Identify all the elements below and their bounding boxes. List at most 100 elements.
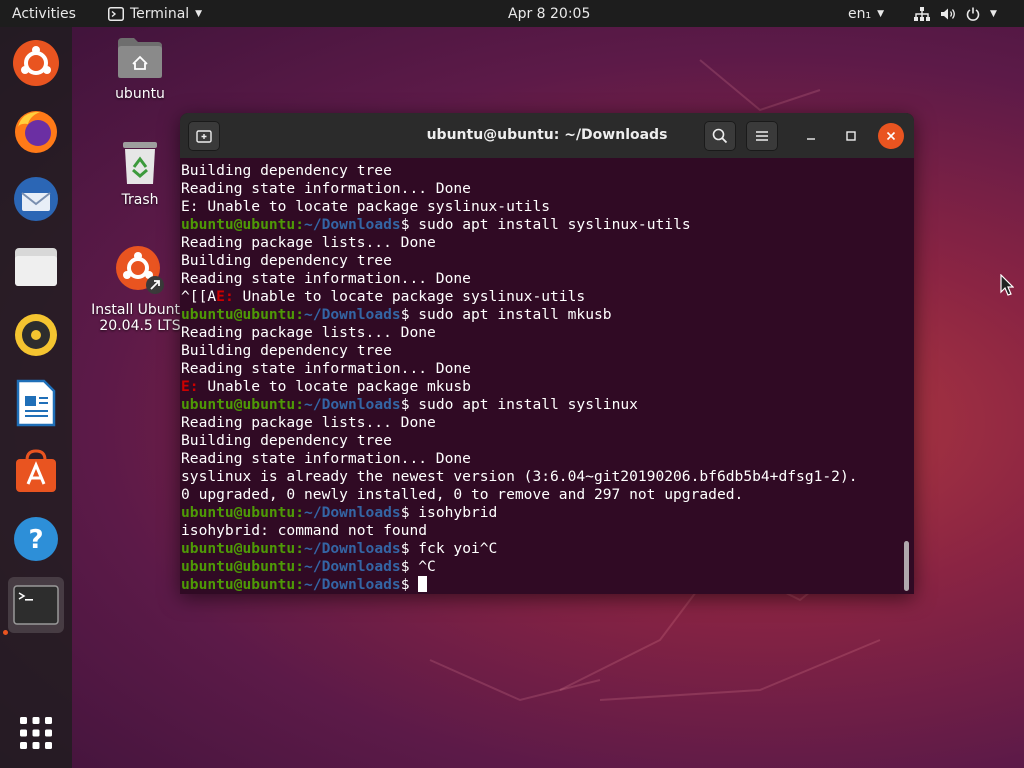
dock-item-software[interactable] bbox=[8, 443, 64, 499]
output-text: Reading package lists... Done bbox=[181, 324, 436, 341]
top-bar: Activities Terminal ▼ Apr 8 20:05 en₁ ▼ bbox=[0, 0, 1024, 27]
volume-icon bbox=[941, 8, 955, 19]
minimize-button[interactable] bbox=[798, 123, 824, 149]
dock-item-thunderbird[interactable] bbox=[8, 171, 64, 227]
terminal-line: Reading state information... Done bbox=[180, 180, 900, 198]
prompt-path: ~/Downloads bbox=[304, 396, 401, 413]
terminal-line: ubuntu@ubuntu:~/Downloads$ sudo apt inst… bbox=[180, 396, 900, 414]
terminal-line: Reading state information... Done bbox=[180, 270, 900, 288]
terminal-line: Reading state information... Done bbox=[180, 360, 900, 378]
dock-item-writer[interactable] bbox=[8, 375, 64, 431]
desktop-icon-label: Trash bbox=[121, 192, 159, 208]
thunderbird-icon bbox=[14, 177, 58, 221]
error-prefix: E: bbox=[181, 378, 199, 395]
prompt-path: ~/Downloads bbox=[304, 540, 401, 557]
power-icon bbox=[966, 7, 980, 21]
text-cursor bbox=[418, 576, 428, 592]
app-menu-button[interactable]: Terminal ▼ bbox=[108, 0, 202, 27]
output-text: Building dependency tree bbox=[181, 252, 392, 269]
activities-button[interactable]: Activities bbox=[12, 0, 76, 27]
home-folder-icon bbox=[118, 38, 162, 78]
desktop-icon-trash[interactable]: Trash bbox=[90, 140, 190, 208]
prompt-path: ~/Downloads bbox=[304, 558, 401, 575]
terminal-line: Reading state information... Done bbox=[180, 450, 900, 468]
ubuntu-installer-icon bbox=[13, 40, 59, 86]
command-text: sudo apt install syslinux-utils bbox=[409, 216, 691, 233]
firefox-icon bbox=[15, 111, 57, 153]
prompt-path: ~/Downloads bbox=[304, 216, 401, 233]
prompt-path: ~/Downloads bbox=[304, 504, 401, 521]
command-text: fck yoi^C bbox=[409, 540, 498, 557]
output-text: Reading state information... Done bbox=[181, 450, 471, 467]
error-message: Unable to locate package syslinux-utils bbox=[233, 288, 586, 305]
svg-text:?: ? bbox=[28, 525, 43, 555]
terminal-line: ubuntu@ubuntu:~/Downloads$ bbox=[180, 576, 900, 594]
ubuntu-installer-icon bbox=[116, 246, 164, 294]
new-tab-button[interactable] bbox=[188, 121, 220, 151]
close-button[interactable] bbox=[878, 123, 904, 149]
network-icon bbox=[914, 6, 930, 21]
dock-item-rhythmbox[interactable] bbox=[8, 307, 64, 363]
output-text: Building dependency tree bbox=[181, 432, 392, 449]
terminal-headerbar[interactable]: ubuntu@ubuntu: ~/Downloads bbox=[180, 113, 914, 158]
maximize-button[interactable] bbox=[838, 123, 864, 149]
terminal-window[interactable]: ubuntu@ubuntu: ~/Downloads Building depe… bbox=[180, 113, 914, 594]
terminal-line: Reading package lists... Done bbox=[180, 234, 900, 252]
output-text: 0 upgraded, 0 newly installed, 0 to remo… bbox=[181, 486, 744, 503]
search-button[interactable] bbox=[704, 121, 736, 151]
language-label: en₁ bbox=[848, 5, 872, 22]
terminal-line: ubuntu@ubuntu:~/Downloads$ sudo apt inst… bbox=[180, 216, 900, 234]
output-text: Reading state information... Done bbox=[181, 270, 471, 287]
scrollbar-thumb[interactable] bbox=[904, 541, 909, 591]
system-menu-button[interactable]: ▼ bbox=[914, 0, 997, 27]
error-message: Unable to locate package mkusb bbox=[198, 378, 471, 395]
trash-icon bbox=[123, 142, 157, 184]
prompt-path: ~/Downloads bbox=[304, 576, 401, 593]
dock-item-terminal[interactable] bbox=[8, 577, 64, 633]
prompt-user: ubuntu@ubuntu bbox=[181, 306, 296, 323]
prompt-separator: : bbox=[295, 306, 305, 323]
terminal-line: E: Unable to locate package mkusb bbox=[180, 378, 900, 396]
dock-item-files[interactable] bbox=[8, 239, 64, 295]
prompt-separator: : bbox=[295, 504, 305, 521]
prompt-user: ubuntu@ubuntu bbox=[181, 504, 296, 521]
terminal-line: ubuntu@ubuntu:~/Downloads$ isohybrid bbox=[180, 504, 900, 522]
hamburger-menu-button[interactable] bbox=[746, 121, 778, 151]
terminal-line: Building dependency tree bbox=[180, 252, 900, 270]
language-selector[interactable]: en₁ ▼ bbox=[848, 0, 884, 27]
terminal-line: isohybrid: command not found bbox=[180, 522, 900, 540]
prompt-separator: : bbox=[295, 540, 305, 557]
command-text: sudo apt install mkusb bbox=[409, 306, 612, 323]
terminal-output[interactable]: Building dependency tree Reading state in… bbox=[180, 162, 900, 594]
terminal-line: Building dependency tree bbox=[180, 342, 900, 360]
output-text: Building dependency tree bbox=[181, 162, 392, 179]
activities-label: Activities bbox=[12, 5, 76, 22]
mouse-pointer-icon bbox=[1000, 274, 1014, 296]
running-indicator bbox=[3, 630, 8, 635]
show-applications-button[interactable] bbox=[8, 705, 64, 761]
command-text: isohybrid bbox=[409, 504, 498, 521]
prompt-separator: : bbox=[295, 558, 305, 575]
terminal-line: E: Unable to locate package syslinux-uti… bbox=[180, 198, 900, 216]
output-text: Reading state information... Done bbox=[181, 180, 471, 197]
clock-button[interactable]: Apr 8 20:05 bbox=[508, 0, 590, 27]
dock-item-ubuntu-installer[interactable] bbox=[8, 35, 64, 91]
terminal-line: ubuntu@ubuntu:~/Downloads$ sudo apt inst… bbox=[180, 306, 900, 324]
help-icon: ? bbox=[14, 517, 58, 561]
dock-item-firefox[interactable] bbox=[8, 103, 64, 159]
folder-icon bbox=[15, 248, 57, 286]
app-menu-label: Terminal bbox=[130, 5, 190, 22]
terminal-line: Building dependency tree bbox=[180, 162, 900, 180]
prompt-user: ubuntu@ubuntu bbox=[181, 576, 296, 593]
terminal-line: ^[[AE: Unable to locate package syslinux… bbox=[180, 288, 900, 306]
command-text: ^C bbox=[409, 558, 436, 575]
terminal-line: 0 upgraded, 0 newly installed, 0 to remo… bbox=[180, 486, 900, 504]
dock-item-help[interactable]: ? bbox=[8, 511, 64, 567]
terminal-line: Reading package lists... Done bbox=[180, 414, 900, 432]
terminal-icon bbox=[13, 585, 59, 625]
output-text: Building dependency tree bbox=[181, 342, 392, 359]
desktop-icon-install-ubuntu[interactable]: Install Ubuntu 20.04.5 LTS bbox=[90, 244, 190, 334]
desktop-icon-home[interactable]: ubuntu bbox=[90, 36, 190, 102]
terminal-icon bbox=[108, 6, 124, 21]
escape-sequence: ^[[A bbox=[181, 288, 217, 305]
